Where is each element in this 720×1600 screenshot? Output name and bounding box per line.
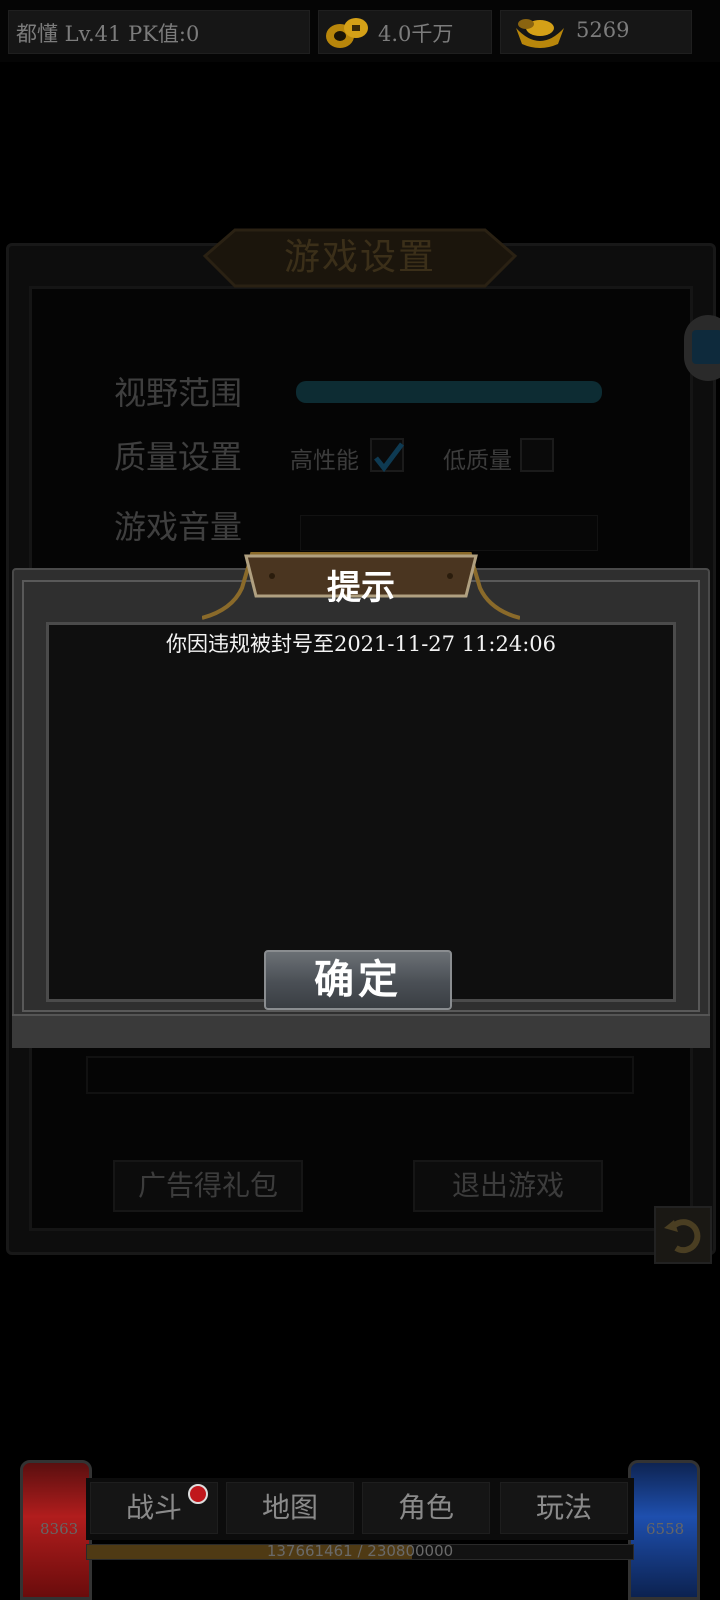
quality-label: 质量设置 xyxy=(114,438,243,476)
view-range-slider[interactable] xyxy=(296,381,602,403)
high-performance-checkbox[interactable] xyxy=(370,438,404,473)
tab-play[interactable]: 玩法 xyxy=(500,1482,628,1534)
return-arrow-icon xyxy=(664,1219,701,1254)
notice-dialog: 提示 你因违规被封号至2021-11-27 11:24:06 确定 xyxy=(12,552,710,1048)
high-performance-label: 高性能 xyxy=(290,448,359,474)
ad-gift-button[interactable]: 广告得礼包 xyxy=(113,1160,303,1212)
view-range-label: 视野范围 xyxy=(114,374,243,412)
top-status-bar: 都懂 Lv.41 PK值:0 4.0千万 5269 xyxy=(0,0,720,62)
exp-text: 137661461 / 230800000 xyxy=(266,1542,454,1560)
player-info: 都懂 Lv.41 PK值:0 xyxy=(16,22,200,46)
tab-map[interactable]: 地图 xyxy=(226,1482,354,1534)
low-quality-checkbox[interactable] xyxy=(520,438,554,472)
side-floating-button[interactable] xyxy=(684,315,720,381)
hp-value: 8363 xyxy=(40,1520,79,1538)
settings-strip xyxy=(86,1056,634,1094)
exit-game-button[interactable]: 退出游戏 xyxy=(413,1160,603,1212)
tab-role[interactable]: 角色 xyxy=(362,1482,490,1534)
cube-icon xyxy=(692,330,720,364)
mp-value: 6558 xyxy=(646,1520,685,1538)
volume-label: 游戏音量 xyxy=(114,508,243,546)
low-quality-label: 低质量 xyxy=(443,448,512,474)
gold-ingot-icon xyxy=(516,19,564,48)
gold-amount: 4.0千万 xyxy=(378,22,454,46)
notification-dot xyxy=(188,1484,208,1504)
dialog-title: 提示 xyxy=(327,568,395,608)
settings-title: 游戏设置 xyxy=(283,237,436,278)
return-button[interactable] xyxy=(654,1206,712,1264)
checkmark-icon xyxy=(374,442,404,473)
ingot-amount: 5269 xyxy=(576,18,630,42)
ban-message: 你因违规被封号至2021-11-27 11:24:06 xyxy=(165,632,557,656)
dialog-bottom-bar xyxy=(12,1014,710,1048)
volume-slider[interactable] xyxy=(300,515,598,551)
confirm-button[interactable]: 确定 xyxy=(264,950,452,1010)
dialog-body xyxy=(46,622,676,1002)
gold-coins-icon xyxy=(326,18,368,48)
